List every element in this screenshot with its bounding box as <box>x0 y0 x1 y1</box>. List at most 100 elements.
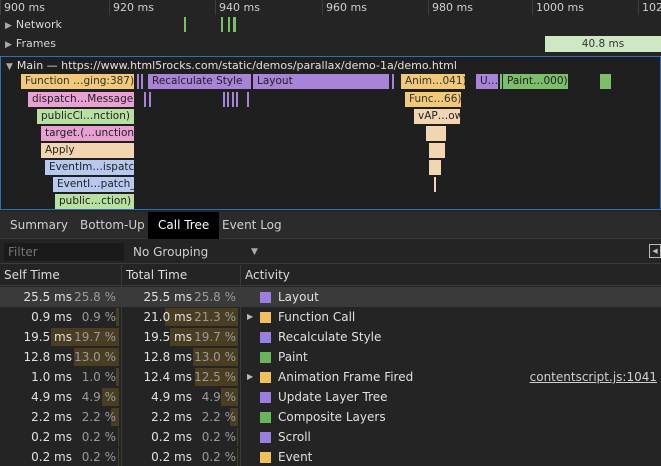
flame-sliver[interactable] <box>500 74 502 89</box>
tab-bottom-up[interactable]: Bottom-Up <box>70 212 155 239</box>
category-color-swatch <box>260 392 271 403</box>
frames-track[interactable]: ▶ Frames 40.8 ms <box>0 35 661 53</box>
frame-block[interactable]: 40.8 ms <box>545 36 661 52</box>
tab-event-log[interactable]: Event Log <box>212 212 292 239</box>
self-time-pct: 2.2 % <box>81 410 116 424</box>
total-time-ms: 0.2 ms <box>151 450 192 464</box>
flame-sliver[interactable] <box>144 92 146 107</box>
table-row[interactable]: 1.0 ms 1.0 % 12.4 ms 12.5 % ▶ Animation Frame… <box>0 367 661 387</box>
main-thread-track[interactable]: ▼ Main — https://www.html5rocks.com/stati… <box>0 56 661 210</box>
toggle-sidebar-icon[interactable]: ◀ <box>649 244 661 258</box>
ruler-tick: 940 ms <box>215 0 260 15</box>
table-row[interactable]: 0.2 ms 0.2 % 0.2 ms 0.2 % Event <box>0 447 661 466</box>
self-time-ms: 12.8 ms <box>23 350 72 364</box>
total-time-ms: 2.2 ms <box>151 410 192 424</box>
total-time-ms: 12.8 ms <box>143 350 192 364</box>
self-time-pct: 0.9 % <box>81 310 116 324</box>
ruler-tick: 980 ms <box>428 0 473 15</box>
flame-sliver[interactable] <box>141 74 143 89</box>
total-time-pct: 12.5 % <box>194 370 236 384</box>
flame-animation-frame[interactable]: Anim…041) <box>401 74 465 89</box>
flame-public-function[interactable]: public…ction) <box>55 194 134 209</box>
network-request-bar[interactable] <box>228 17 230 32</box>
flame-dispatch-message[interactable]: dispatch…Message <box>28 92 134 107</box>
flame-event-dispatch[interactable]: EventI…patch_ <box>53 177 134 192</box>
flame-function-call[interactable]: Function …ging:387) <box>21 74 134 89</box>
flame-sliver[interactable] <box>392 74 394 89</box>
flame-sliver[interactable] <box>247 92 249 107</box>
total-time-pct: 0.2 % <box>201 430 236 444</box>
table-row[interactable]: 25.5 ms 25.8 % 25.5 ms 25.8 % Layout <box>0 287 661 307</box>
col-total-time[interactable]: Total Time <box>126 265 187 286</box>
activity-name: Composite Layers <box>278 410 386 424</box>
collapse-icon[interactable]: ▼ <box>6 62 13 72</box>
table-row[interactable]: 19.5 ms 19.7 % 19.5 ms 19.7 % Recalculate St… <box>0 327 661 347</box>
flame-layout[interactable]: Layout <box>253 74 389 89</box>
network-request-bar[interactable] <box>233 17 236 32</box>
col-activity[interactable]: Activity <box>245 265 290 286</box>
self-time-pct: 4.9 % <box>81 390 116 404</box>
flame-block[interactable] <box>426 126 446 141</box>
flame-paint[interactable]: Paint…000) <box>503 74 568 89</box>
flame-sliver[interactable] <box>227 92 229 107</box>
activity-name: Recalculate Style <box>278 330 382 344</box>
table-row[interactable]: 4.9 ms 4.9 % 4.9 ms 4.9 % Update Layer Tree <box>0 387 661 407</box>
flame-sliver[interactable] <box>223 92 225 107</box>
flame-sliver[interactable] <box>236 92 238 107</box>
category-color-swatch <box>260 292 271 303</box>
flame-sliver[interactable] <box>149 92 151 107</box>
flame-update-layer[interactable]: U… <box>476 74 498 89</box>
activity-name: Event <box>278 450 313 464</box>
self-time-bar <box>115 308 119 326</box>
self-time-pct: 25.8 % <box>74 290 116 304</box>
table-row[interactable]: 0.9 ms 0.9 % 21.0 ms 21.3 % ▶ Function Call <box>0 307 661 327</box>
self-time-ms: 25.5 ms <box>23 290 72 304</box>
main-track-title[interactable]: ▼ Main — https://www.html5rocks.com/stati… <box>6 59 457 72</box>
flame-vap[interactable]: vAP…ow <box>414 109 460 124</box>
flame-block[interactable] <box>429 143 445 158</box>
frames-track-title[interactable]: ▶ Frames <box>5 35 56 54</box>
expand-icon[interactable]: ▶ <box>5 21 12 31</box>
flame-event-impl-dispatch[interactable]: EventIm…ispatch <box>45 160 134 175</box>
source-link[interactable]: contentscript.js:1041 <box>530 367 657 387</box>
total-time-ms: 21.0 ms <box>143 310 192 324</box>
flame-function-66[interactable]: Func…66) <box>405 92 461 107</box>
dropdown-arrow-icon[interactable]: ▼ <box>251 240 258 264</box>
self-time-pct: 1.0 % <box>81 370 116 384</box>
network-track-title[interactable]: ▶ Network <box>5 16 62 35</box>
activity-name: Scroll <box>278 430 311 444</box>
expand-arrow-icon[interactable]: ▶ <box>247 367 253 387</box>
expand-arrow-icon[interactable]: ▶ <box>247 307 253 327</box>
ruler-tick: 920 ms <box>109 0 154 15</box>
network-request-bar[interactable] <box>184 17 186 32</box>
col-self-time[interactable]: Self Time <box>4 265 60 286</box>
flame-block[interactable] <box>429 160 441 175</box>
total-time-ms: 0.2 ms <box>151 430 192 444</box>
self-time-bar <box>118 428 119 446</box>
flame-sliver[interactable] <box>137 74 139 89</box>
table-row[interactable]: 0.2 ms 0.2 % 0.2 ms 0.2 % Scroll <box>0 427 661 447</box>
flame-composite[interactable] <box>600 74 611 89</box>
tab-summary[interactable]: Summary <box>0 212 78 239</box>
ruler-tick: 1020 <box>638 0 661 15</box>
table-row[interactable]: 12.8 ms 13.0 % 12.8 ms 13.0 % Paint <box>0 347 661 367</box>
grouping-select[interactable]: No Grouping <box>133 240 208 264</box>
total-time-pct: 4.9 % <box>201 390 236 404</box>
total-time-ms: 19.5 ms <box>143 330 192 344</box>
activity-name: Update Layer Tree <box>278 390 388 404</box>
flame-apply[interactable]: Apply <box>41 143 134 158</box>
table-row[interactable]: 2.2 ms 2.2 % 2.2 ms 2.2 % Composite Layers <box>0 407 661 427</box>
expand-icon[interactable]: ▶ <box>5 40 12 50</box>
flame-sliver[interactable] <box>434 177 436 192</box>
category-color-swatch <box>260 332 271 343</box>
total-time-bar <box>237 428 238 446</box>
self-time-bar <box>118 448 119 466</box>
tab-call-tree[interactable]: Call Tree <box>148 212 220 239</box>
flame-public-call[interactable]: publicCl…nction) <box>37 109 134 124</box>
filter-input[interactable] <box>4 243 124 261</box>
flame-target-function[interactable]: target.(…unction) <box>41 126 134 141</box>
flame-recalculate-style[interactable]: Recalculate Style <box>148 74 251 89</box>
network-track[interactable]: ▶ Network <box>0 16 661 34</box>
network-request-bar[interactable] <box>221 17 223 32</box>
flame-sliver[interactable] <box>232 92 234 107</box>
